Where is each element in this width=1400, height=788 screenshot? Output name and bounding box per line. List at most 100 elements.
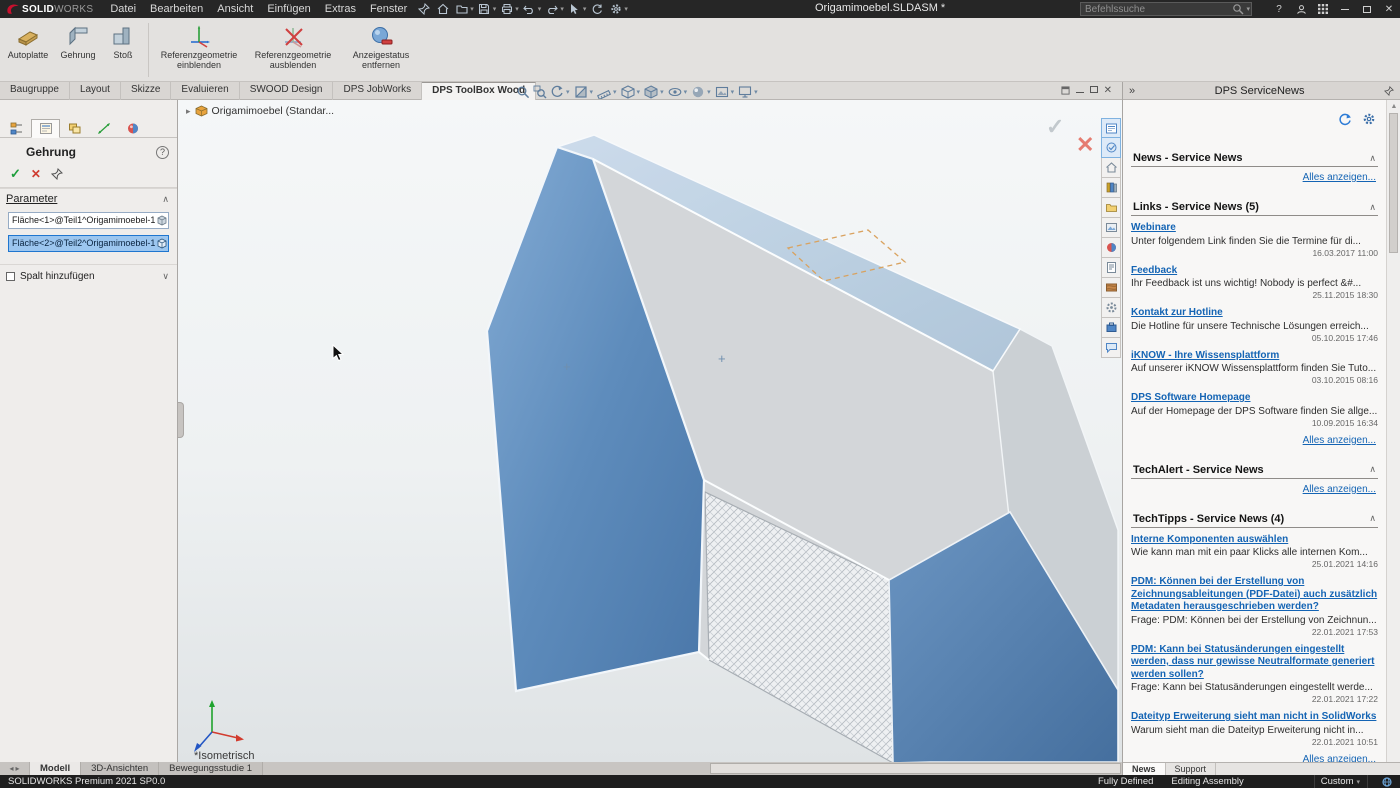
configurationmanager-icon[interactable] — [60, 119, 89, 138]
caret-down-icon[interactable]: ▾ — [470, 5, 474, 13]
cancel-button[interactable]: ✕ — [31, 167, 41, 181]
custom-properties-tab-icon[interactable] — [1101, 258, 1121, 278]
news-item-link[interactable]: Webinare — [1131, 222, 1378, 235]
expand-icon[interactable]: ∨ — [162, 271, 169, 282]
redo-icon[interactable] — [543, 2, 560, 16]
keep-visible-pin-icon[interactable] — [51, 168, 63, 180]
caret-down-icon[interactable]: ▾ — [583, 5, 587, 13]
options-gear-icon[interactable] — [607, 2, 624, 16]
spalt-group-header[interactable]: Spalt hinzufügen ∨ — [0, 264, 177, 286]
units-dropdown[interactable]: Custom ▾ — [1314, 775, 1368, 788]
restore-icon[interactable] — [1356, 0, 1378, 18]
search-icon[interactable] — [1229, 2, 1246, 16]
dimxpertmanager-icon[interactable] — [89, 119, 118, 138]
displaymanager-icon[interactable] — [118, 119, 147, 138]
news-item-link[interactable]: Interne Komponenten auswählen — [1131, 534, 1378, 547]
autoplatte-button[interactable]: Autoplatte — [4, 21, 52, 79]
tab-scroll-nav[interactable]: ◂ ▸ — [0, 762, 30, 775]
close-icon[interactable]: ✕ — [1378, 0, 1400, 18]
doc-pin-icon[interactable] — [1061, 86, 1070, 95]
caret-down-icon[interactable]: ▾ — [707, 88, 711, 96]
caret-down-icon[interactable]: ▾ — [1246, 5, 1250, 13]
gehrung-button[interactable]: Gehrung — [54, 21, 102, 79]
swood-design-tab-icon[interactable] — [1101, 278, 1121, 298]
rebuild-icon[interactable] — [588, 2, 605, 16]
forum-tab-icon[interactable] — [1101, 338, 1121, 358]
caret-down-icon[interactable]: ▾ — [754, 88, 758, 96]
view-orientation-icon[interactable] — [621, 85, 635, 99]
scroll-up-icon[interactable]: ▲ — [1387, 100, 1400, 112]
section-view-icon[interactable] — [574, 85, 588, 99]
spalt-checkbox[interactable] — [6, 272, 15, 281]
undo-icon[interactable] — [521, 2, 538, 16]
swood-cam-tab-icon[interactable] — [1101, 298, 1121, 318]
task-pane-scrollbar[interactable]: ▲ — [1386, 100, 1400, 762]
panel-splitter-handle[interactable] — [178, 402, 184, 438]
footer-tab-support[interactable]: Support — [1166, 763, 1217, 775]
solidworks-resources-tab-icon[interactable] — [1101, 158, 1121, 178]
help-icon[interactable]: ? — [1268, 0, 1290, 18]
menu-extras[interactable]: Extras — [318, 2, 363, 16]
pane-pin-icon[interactable] — [1384, 86, 1394, 96]
save-icon[interactable] — [476, 2, 493, 16]
tab-scroll-left-icon[interactable]: ◂ — [9, 764, 13, 773]
tab-swood-design[interactable]: SWOOD Design — [240, 82, 334, 100]
tab-modell[interactable]: Modell — [30, 762, 81, 775]
collapse-icon[interactable]: ∧ — [1369, 513, 1376, 524]
section-header-techalert[interactable]: TechAlert - Service News ∧ — [1131, 462, 1378, 479]
print-icon[interactable] — [498, 2, 515, 16]
horizontal-scrollbar-thumb[interactable] — [710, 763, 1121, 774]
face-selection-2[interactable]: Fläche<2>@Teil2^Origamimoebel-1 — [8, 235, 169, 252]
tab-baugruppe[interactable]: Baugruppe — [0, 82, 70, 100]
news-item-link[interactable]: Kontakt zur Hotline — [1131, 307, 1378, 320]
assembly-tree-item[interactable]: Origamimoebel (Standar... — [212, 105, 335, 117]
zoom-fit-icon[interactable] — [516, 85, 530, 99]
open-document-icon[interactable] — [453, 2, 470, 16]
display-style-icon[interactable] — [644, 85, 658, 99]
caret-down-icon[interactable]: ▾ — [538, 5, 542, 13]
caret-down-icon[interactable]: ▾ — [515, 5, 519, 13]
tab-layout[interactable]: Layout — [70, 82, 121, 100]
caret-down-icon[interactable]: ▾ — [731, 88, 735, 96]
menu-ansicht[interactable]: Ansicht — [210, 2, 260, 16]
show-all-link[interactable]: Alles anzeigen... — [1131, 484, 1376, 495]
dps-jobworks-tab-icon[interactable] — [1101, 318, 1121, 338]
collapse-icon[interactable]: ∧ — [1369, 153, 1376, 164]
show-all-link[interactable]: Alles anzeigen... — [1131, 172, 1376, 183]
footer-tab-news[interactable]: News — [1123, 763, 1166, 775]
news-item-link[interactable]: DPS Software Homepage — [1131, 392, 1378, 405]
doc-minimize-icon[interactable] — [1076, 85, 1084, 96]
hide-show-items-icon[interactable] — [668, 85, 682, 99]
apps-grid-icon[interactable] — [1312, 0, 1334, 18]
news-item-link[interactable]: PDM: Kann bei Statusänderungen eingestel… — [1131, 644, 1378, 682]
search-input[interactable] — [1081, 4, 1228, 15]
scrollbar-thumb[interactable] — [1389, 113, 1398, 253]
help-icon[interactable]: ? — [156, 146, 169, 159]
dps-tools-tab-icon[interactable] — [1101, 138, 1121, 158]
refresh-icon[interactable] — [1338, 112, 1352, 134]
menu-bearbeiten[interactable]: Bearbeiten — [143, 2, 210, 16]
show-all-link[interactable]: Alles anzeigen... — [1131, 435, 1376, 446]
show-all-link[interactable]: Alles anzeigen... — [1131, 754, 1376, 763]
doc-restore-icon[interactable] — [1090, 85, 1098, 96]
collapse-icon[interactable]: ∧ — [1369, 464, 1376, 475]
tab-scroll-right-icon[interactable]: ▸ — [16, 764, 20, 773]
tab-bewegungsstudie[interactable]: Bewegungsstudie 1 — [159, 762, 263, 775]
model-3d[interactable] — [178, 100, 1122, 762]
propertymanager-icon[interactable] — [31, 119, 60, 138]
stoss-button[interactable]: Stoß — [104, 21, 142, 79]
news-item-link[interactable]: Dateityp Erweiterung sieht man nicht in … — [1131, 711, 1378, 724]
settings-gear-icon[interactable] — [1362, 112, 1376, 134]
caret-down-icon[interactable]: ▾ — [624, 5, 628, 13]
caret-down-icon[interactable]: ▾ — [660, 88, 664, 96]
view-settings-icon[interactable] — [738, 85, 752, 99]
caret-down-icon[interactable]: ▾ — [493, 5, 497, 13]
minimize-icon[interactable] — [1334, 0, 1356, 18]
caret-down-icon[interactable]: ▾ — [613, 88, 617, 96]
news-item-link[interactable]: Feedback — [1131, 265, 1378, 278]
expand-tree-icon[interactable]: ▸ — [186, 106, 191, 117]
dps-servicenews-tab-icon[interactable] — [1101, 118, 1121, 138]
pin-menu-icon[interactable] — [415, 2, 432, 16]
status-tag-icon[interactable] — [1382, 777, 1392, 787]
news-item-link[interactable]: PDM: Können bei der Erstellung von Zeich… — [1131, 576, 1378, 614]
